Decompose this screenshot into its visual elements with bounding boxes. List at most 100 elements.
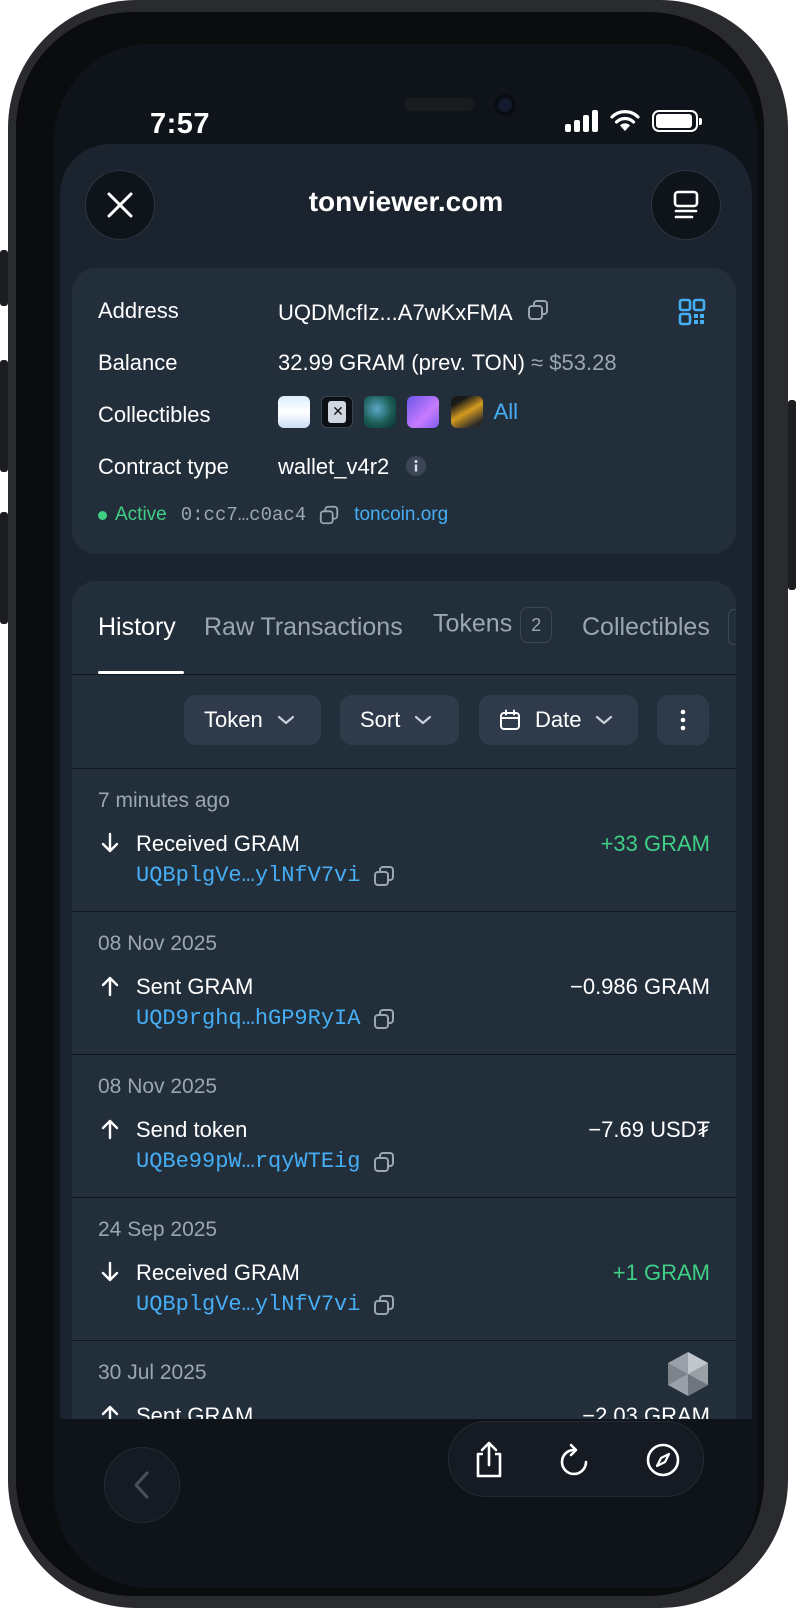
history-card: History Raw Transactions Tokens 2 Collect… xyxy=(72,581,736,1544)
transaction-date: 24 Sep 2025 xyxy=(98,1218,218,1241)
collectibles-label: Collectibles xyxy=(98,402,211,427)
tab-bar: History Raw Transactions Tokens 2 Collect… xyxy=(72,581,736,675)
transaction-title: Received GRAM xyxy=(136,831,300,856)
reload-button[interactable] xyxy=(555,1440,595,1480)
address-value[interactable]: UQDMcfIz...A7wKxFMA xyxy=(278,300,511,325)
share-button[interactable] xyxy=(469,1440,509,1480)
tab-raw-transactions[interactable]: Raw Transactions xyxy=(204,613,403,642)
date-filter-button[interactable]: Date xyxy=(479,695,638,745)
transaction-row[interactable]: 08 Nov 2025 Sent GRAM −0.986 GRAM UQD9rghq…… xyxy=(72,912,736,1055)
front-camera xyxy=(494,94,516,116)
active-tab-indicator xyxy=(98,671,184,674)
tab-badge-partial xyxy=(728,609,736,645)
volume-up-button xyxy=(0,360,8,472)
transaction-row[interactable]: 24 Sep 2025 Received GRAM +1 GRAM UQBplgVe…… xyxy=(72,1198,736,1341)
transaction-title: Send token xyxy=(136,1117,248,1142)
arrow-down-icon xyxy=(101,1261,119,1282)
toolbar-actions xyxy=(448,1421,704,1497)
copy-icon[interactable] xyxy=(372,1150,396,1174)
tab-tokens[interactable]: Tokens 2 xyxy=(433,607,553,643)
transaction-address-row: UQBplgVe…ylNfV7vi xyxy=(136,863,396,888)
collectible-thumbnail[interactable] xyxy=(407,396,440,428)
transaction-address-row: UQD9rghq…hGP9RyIA xyxy=(136,1006,396,1031)
volume-down-button xyxy=(0,512,8,624)
code-hash[interactable]: 0:cc7…c0ac4 xyxy=(181,504,306,526)
phone-bezel: 7:57 tonviewer.com Address UQDMcfIz...A7… xyxy=(16,12,764,1596)
contract-type-value: wallet_v4r2 xyxy=(278,454,390,479)
home-indicator xyxy=(314,1555,498,1563)
sort-filter-button[interactable]: Sort xyxy=(340,695,459,745)
more-vertical-icon xyxy=(680,709,686,731)
chevron-down-icon xyxy=(415,715,432,725)
status-time: 7:57 xyxy=(150,108,211,140)
transaction-address[interactable]: UQBplgVe…ylNfV7vi xyxy=(136,1292,360,1317)
browser-toolbar xyxy=(54,1419,758,1588)
status-icons xyxy=(565,110,702,132)
copy-icon[interactable] xyxy=(318,504,340,526)
collectible-thumbnail[interactable] xyxy=(278,396,310,428)
tab-history[interactable]: History xyxy=(98,613,176,642)
arrow-down-icon xyxy=(101,832,119,853)
collectible-thumbnail[interactable] xyxy=(450,396,483,428)
token-filter-button[interactable]: Token xyxy=(184,695,321,745)
menu-button[interactable] xyxy=(651,170,721,240)
transaction-title: Sent GRAM xyxy=(136,974,254,999)
status-bar: 7:57 xyxy=(54,44,758,144)
account-status-row: Active 0:cc7…c0ac4 toncoin.org xyxy=(98,504,448,526)
speaker-grille xyxy=(404,98,474,111)
active-status-dot xyxy=(98,510,107,520)
transaction-row[interactable]: 7 minutes ago Received GRAM +33 GRAM UQBplg… xyxy=(72,769,736,912)
screen: 7:57 tonviewer.com Address UQDMcfIz...A7… xyxy=(54,44,758,1588)
browser-sheet: tonviewer.com Address UQDMcfIz...A7wKxFM… xyxy=(60,144,752,1544)
tab-collectibles[interactable]: Collectibles xyxy=(582,613,710,642)
transaction-address[interactable]: UQBplgVe…ylNfV7vi xyxy=(136,863,360,888)
copy-icon[interactable] xyxy=(526,298,550,322)
filter-bar: Token Sort Date xyxy=(72,675,736,769)
tab-tokens-count: 2 xyxy=(520,607,553,643)
share-icon xyxy=(476,1441,502,1478)
qr-code-icon[interactable] xyxy=(678,298,706,326)
wifi-icon xyxy=(610,110,640,131)
contract-type-row: wallet_v4r2 xyxy=(278,454,427,480)
date-filter-label: Date xyxy=(535,707,582,732)
explore-button[interactable] xyxy=(643,1440,683,1480)
collectibles-preview: ✕ All xyxy=(278,396,518,428)
transaction-address-row: UQBe99pW…rqyWTEig xyxy=(136,1149,396,1174)
arrow-up-icon xyxy=(101,976,119,997)
transaction-row[interactable]: 08 Nov 2025 Send token −7.69 USD₮ UQBe99pW…… xyxy=(72,1055,736,1198)
balance-value-row: 32.99 GRAM (prev. TON) ≈ $53.28 xyxy=(278,350,617,376)
collectible-thumbnail[interactable]: ✕ xyxy=(321,396,354,428)
sort-filter-label: Sort xyxy=(360,707,401,732)
back-button[interactable] xyxy=(104,1447,180,1523)
battery-icon xyxy=(652,110,702,132)
transaction-date: 08 Nov 2025 xyxy=(98,932,218,955)
mute-switch xyxy=(0,250,8,306)
address-value-row: UQDMcfIz...A7wKxFMA xyxy=(278,298,550,326)
transaction-address[interactable]: UQD9rghq…hGP9RyIA xyxy=(136,1006,360,1031)
collectibles-all-link[interactable]: All xyxy=(494,399,518,424)
transaction-amount: +1 GRAM xyxy=(612,1260,710,1285)
chevron-left-icon xyxy=(134,1471,149,1499)
copy-icon[interactable] xyxy=(372,864,396,888)
transaction-date: 30 Jul 2025 xyxy=(98,1361,207,1384)
transaction-date: 08 Nov 2025 xyxy=(98,1075,218,1098)
source-link[interactable]: toncoin.org xyxy=(354,504,448,526)
transaction-date: 7 minutes ago xyxy=(98,789,230,812)
gem-icon[interactable] xyxy=(664,1350,712,1398)
transaction-address-row: UQBplgVe…ylNfV7vi xyxy=(136,1292,396,1317)
copy-icon[interactable] xyxy=(372,1007,396,1031)
info-icon[interactable] xyxy=(405,455,427,477)
account-card: Address UQDMcfIz...A7wKxFMA Balance 32.9… xyxy=(72,268,736,554)
page-url-title: tonviewer.com xyxy=(308,186,504,217)
power-button xyxy=(788,400,796,590)
transaction-address[interactable]: UQBe99pW…rqyWTEig xyxy=(136,1149,360,1174)
transaction-title: Received GRAM xyxy=(136,1260,300,1285)
balance-fiat: ≈ $53.28 xyxy=(531,350,617,375)
more-options-button[interactable] xyxy=(657,695,709,745)
copy-icon[interactable] xyxy=(372,1293,396,1317)
collectible-thumbnail[interactable] xyxy=(364,396,397,428)
menu-icon xyxy=(673,190,699,219)
chevron-down-icon xyxy=(277,715,294,725)
compass-icon xyxy=(646,1443,680,1477)
contract-type-label: Contract type xyxy=(98,454,229,479)
